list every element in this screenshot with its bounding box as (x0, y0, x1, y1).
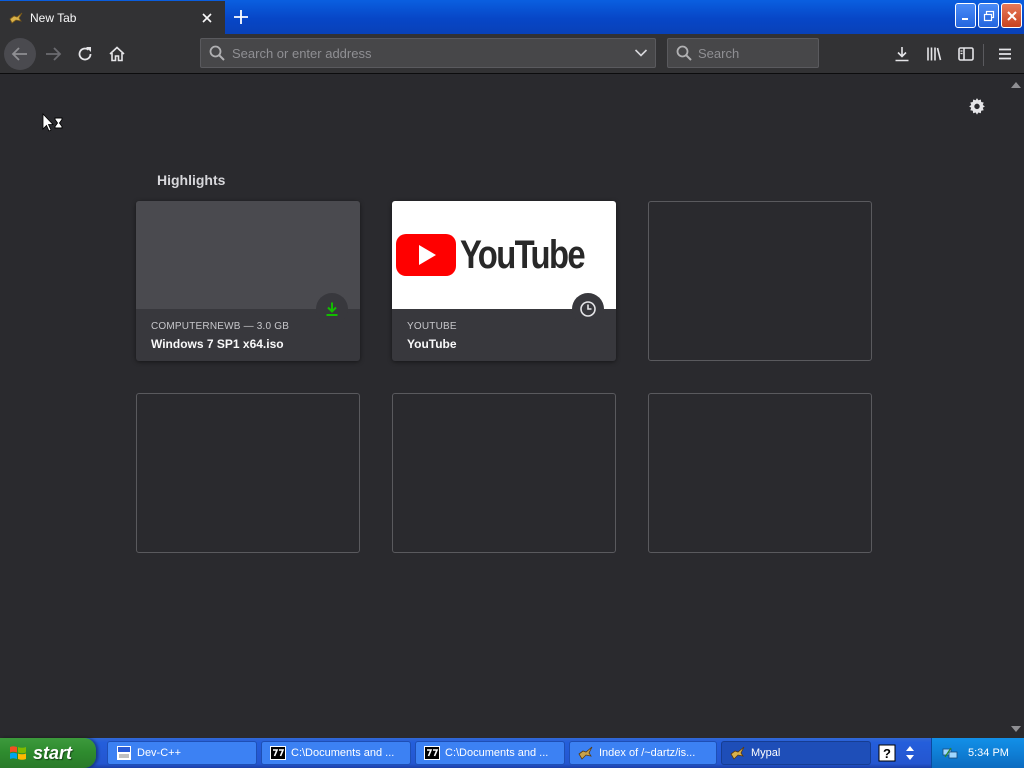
back-button[interactable] (4, 38, 36, 70)
taskbar-clock: 5:34 PM (968, 747, 1009, 759)
home-button[interactable] (101, 38, 133, 70)
highlight-card-placeholder (648, 393, 872, 553)
highlight-card-placeholder (136, 393, 360, 553)
taskbar-item-label: Dev-C++ (137, 747, 182, 759)
scroll-down-arrow-icon[interactable] (1010, 724, 1022, 734)
mypal-icon (730, 746, 745, 760)
toolbar-divider (983, 44, 984, 66)
help-icon[interactable]: ? (878, 744, 896, 762)
search-bar[interactable] (667, 38, 819, 68)
tab-new-tab[interactable]: New Tab (0, 1, 225, 34)
arrow-left-icon (11, 47, 27, 61)
tab-title: New Tab (30, 10, 77, 25)
reload-button[interactable] (69, 38, 101, 70)
library-icon (927, 47, 942, 61)
new-tab-page: Highlights COMPUTERNEWB — 3.0 GB Windows… (0, 75, 1008, 738)
taskbar-item-browser-index[interactable]: Index of /~dartz/is... (569, 741, 717, 765)
library-button[interactable] (920, 40, 948, 68)
reload-icon (78, 47, 92, 61)
busy-cursor-icon (42, 113, 63, 132)
taskbar-item-7zip-1[interactable]: C:\Documents and ... (261, 741, 411, 765)
plus-icon (234, 10, 248, 24)
address-dropdown-button[interactable] (627, 39, 655, 67)
scroll-up-arrow-icon[interactable] (1010, 80, 1022, 90)
card-source: YOUTUBE (407, 321, 457, 332)
highlight-card-placeholder (648, 201, 872, 361)
customize-settings-button[interactable] (966, 95, 988, 117)
forward-button[interactable] (37, 38, 69, 70)
youtube-wordmark: YouTube (460, 232, 586, 277)
minimize-icon (961, 17, 968, 20)
home-icon (109, 46, 125, 62)
start-button[interactable]: start (0, 738, 96, 768)
start-label: start (33, 742, 73, 763)
highlights-section-title: Highlights (157, 172, 226, 188)
close-icon (1006, 10, 1017, 21)
window-restore-button[interactable] (978, 3, 999, 28)
sidebar-icon (958, 47, 974, 61)
clock-icon (580, 301, 596, 317)
7zip-icon (270, 746, 286, 760)
download-icon (326, 302, 338, 316)
downloads-button[interactable] (888, 40, 916, 68)
gear-icon (969, 98, 985, 115)
youtube-play-icon (396, 234, 457, 276)
arrow-right-icon (46, 47, 62, 61)
search-input[interactable] (698, 45, 818, 61)
chevron-down-icon (634, 49, 648, 57)
restore-icon (983, 10, 994, 21)
system-tray: 5:34 PM (931, 738, 1024, 768)
address-input[interactable] (232, 45, 627, 61)
card-title: Windows 7 SP1 x64.iso (151, 337, 284, 351)
taskbar-item-label: C:\Documents and ... (445, 747, 549, 759)
card-title: YouTube (407, 337, 457, 351)
network-icon[interactable] (942, 745, 958, 761)
search-icon (676, 45, 692, 61)
new-tab-button[interactable] (228, 4, 254, 30)
windows-taskbar: start Dev-C++ C:\Documents and ... C:\Do… (0, 738, 1024, 768)
highlight-card-youtube[interactable]: YouTube YOUTUBE YouTube (392, 201, 616, 361)
hamburger-menu-icon (999, 48, 1011, 60)
download-icon (895, 47, 909, 62)
language-bar-arrows-icon[interactable] (903, 744, 917, 762)
navigation-toolbar (0, 34, 1024, 74)
taskbar-item-label: Mypal (751, 747, 781, 759)
tab-close-icon[interactable] (199, 10, 215, 26)
window-close-button[interactable] (1001, 3, 1022, 28)
taskbar-item-devcpp[interactable]: Dev-C++ (107, 741, 257, 765)
highlight-card-download[interactable]: COMPUTERNEWB — 3.0 GB Windows 7 SP1 x64.… (136, 201, 360, 361)
taskbar-item-mypal[interactable]: Mypal (721, 741, 871, 765)
search-icon (209, 45, 225, 61)
taskbar-item-7zip-2[interactable]: C:\Documents and ... (415, 741, 565, 765)
sidebar-button[interactable] (952, 40, 980, 68)
7zip-icon (424, 746, 440, 760)
browser-icon (578, 746, 593, 760)
card-source: COMPUTERNEWB — 3.0 GB (151, 321, 290, 332)
taskbar-item-label: C:\Documents and ... (291, 747, 395, 759)
vertical-scrollbar[interactable] (1008, 75, 1024, 738)
youtube-logo: YouTube (396, 233, 611, 278)
tab-strip: New Tab (0, 0, 1024, 34)
taskbar-item-label: Index of /~dartz/is... (599, 747, 696, 759)
window-minimize-button[interactable] (955, 3, 976, 28)
address-bar[interactable] (200, 38, 656, 68)
svg-text:?: ? (883, 746, 891, 761)
mypal-favicon-icon (9, 12, 23, 24)
windows-flag-icon (10, 746, 26, 760)
highlight-card-placeholder (392, 393, 616, 553)
menu-button[interactable] (991, 40, 1019, 68)
devcpp-icon (117, 746, 131, 760)
